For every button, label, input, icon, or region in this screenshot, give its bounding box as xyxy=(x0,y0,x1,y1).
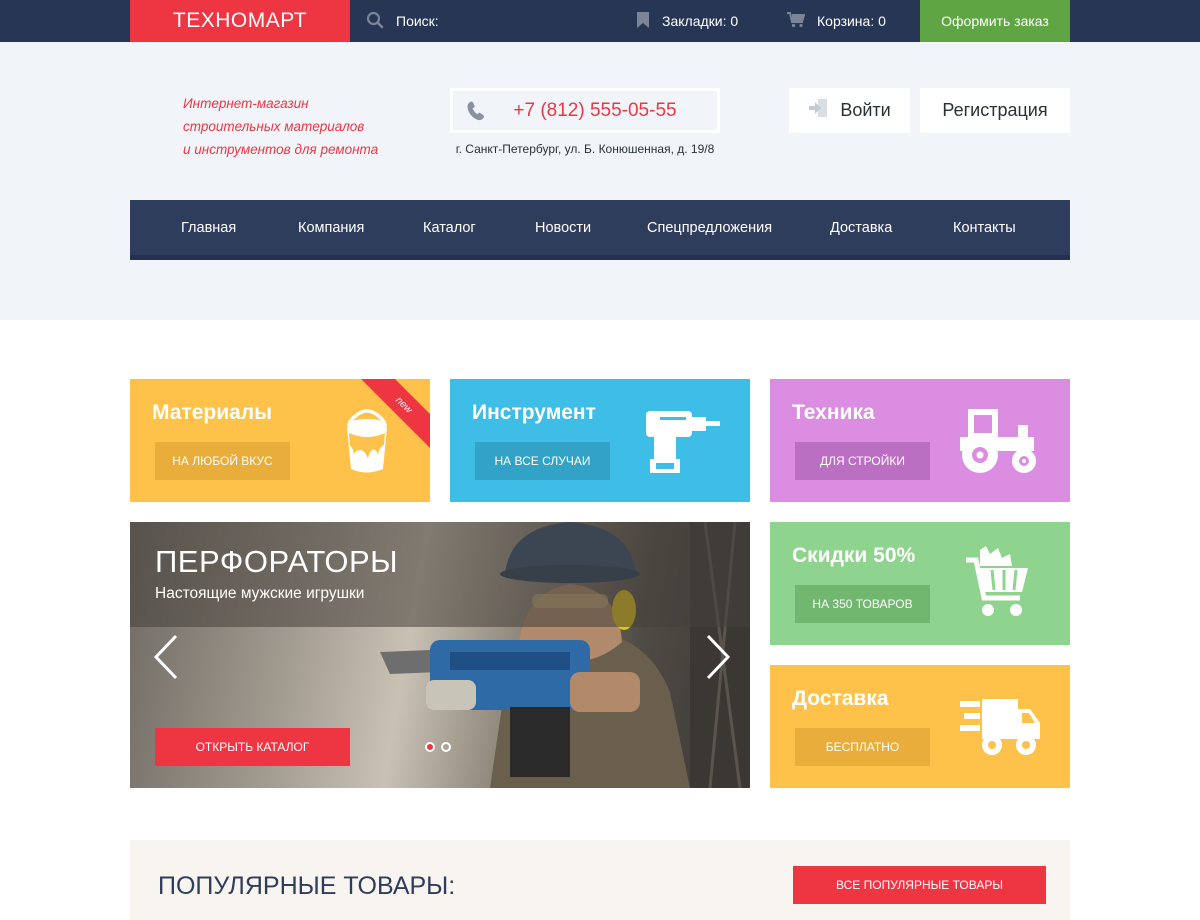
tile-title: Скидки 50% xyxy=(792,544,916,567)
nav-item-delivery[interactable]: Доставка xyxy=(830,200,892,255)
slider-dots xyxy=(425,742,451,752)
tractor-icon xyxy=(960,407,1040,480)
phone-box[interactable]: +7 (812) 555-05-55 xyxy=(450,88,720,133)
chevron-left-icon xyxy=(153,634,178,680)
chevron-right-icon xyxy=(706,634,731,680)
store-address: г. Санкт-Петербург, ул. Б. Конюшенная, д… xyxy=(455,142,715,156)
all-popular-button[interactable]: ВСЕ ПОПУЛЯРНЫЕ ТОВАРЫ xyxy=(793,866,1046,904)
cart-link[interactable]: Корзина: 0 xyxy=(787,0,886,42)
search[interactable]: Поиск: xyxy=(366,0,439,42)
cart-icon xyxy=(787,11,806,31)
tile-title: Техника xyxy=(792,401,875,424)
login-button[interactable]: Войти xyxy=(789,88,910,133)
tile-tools[interactable]: Инструмент НА ВСЕ СЛУЧАИ xyxy=(450,379,750,502)
tile-title: Инструмент xyxy=(472,401,596,424)
tile-machinery-button[interactable]: ДЛЯ СТРОЙКИ xyxy=(795,442,930,480)
tile-delivery[interactable]: Доставка БЕСПЛАТНО xyxy=(770,665,1070,788)
tile-tools-button[interactable]: НА ВСЕ СЛУЧАИ xyxy=(475,442,610,480)
shopping-cart-icon xyxy=(966,546,1030,623)
top-bar: ТЕХНОМАРТ Поиск: Закладки: 0 Корзина: 0 … xyxy=(0,0,1200,46)
slider-subtitle: Настоящие мужские игрушки xyxy=(155,585,365,602)
bookmarks-label: Закладки: 0 xyxy=(662,13,739,29)
phone-number: +7 (812) 555-05-55 xyxy=(513,99,677,121)
nav-item-company[interactable]: Компания xyxy=(298,200,364,255)
main-nav: Главная Компания Каталог Новости Спецпре… xyxy=(130,200,1070,260)
nav-item-special-offers[interactable]: Спецпредложения xyxy=(647,200,772,255)
delivery-truck-icon xyxy=(960,697,1040,762)
popular-products-section: ПОПУЛЯРНЫЕ ТОВАРЫ: ВСЕ ПОПУЛЯРНЫЕ ТОВАРЫ xyxy=(130,840,1070,920)
nav-item-catalog[interactable]: Каталог xyxy=(423,200,476,255)
login-label: Войти xyxy=(840,100,891,120)
tile-title: Материалы xyxy=(152,401,273,424)
header: Интернет-магазин строительных материалов… xyxy=(0,42,1200,320)
slider-next-arrow[interactable] xyxy=(702,632,732,682)
tile-discounts[interactable]: Скидки 50% НА 350 ТОВАРОВ xyxy=(770,522,1070,645)
promo-slider: ПЕРФОРАТОРЫ Настоящие мужские игрушки ОТ… xyxy=(130,522,750,788)
nav-item-home[interactable]: Главная xyxy=(181,200,236,255)
tagline-line: и инструментов для ремонта xyxy=(183,142,379,157)
nav-item-contacts[interactable]: Контакты xyxy=(953,200,1016,255)
slider-title: ПЕРФОРАТОРЫ xyxy=(155,544,399,579)
tile-delivery-button[interactable]: БЕСПЛАТНО xyxy=(795,728,930,766)
tile-title: Доставка xyxy=(792,687,889,710)
tile-discounts-button[interactable]: НА 350 ТОВАРОВ xyxy=(795,585,930,623)
search-label: Поиск: xyxy=(396,13,439,29)
open-catalog-button[interactable]: ОТКРЫТЬ КАТАЛОГ xyxy=(155,728,350,766)
slider-prev-arrow[interactable] xyxy=(152,632,182,682)
section-title: ПОПУЛЯРНЫЕ ТОВАРЫ: xyxy=(158,872,456,900)
search-icon xyxy=(366,11,384,32)
register-button[interactable]: Регистрация xyxy=(920,88,1070,133)
nav-item-news[interactable]: Новости xyxy=(535,200,591,255)
checkout-button[interactable]: Оформить заказ xyxy=(920,0,1070,42)
drill-icon xyxy=(646,409,722,480)
login-icon xyxy=(808,98,828,123)
bookmark-icon xyxy=(636,11,650,31)
logo[interactable]: ТЕХНОМАРТ xyxy=(130,0,350,46)
tile-materials-button[interactable]: НА ЛЮБОЙ ВКУС xyxy=(155,442,290,480)
tagline-line: строительных материалов xyxy=(183,119,365,134)
tagline: Интернет-магазин строительных материалов… xyxy=(183,92,413,161)
tile-machinery[interactable]: Техника ДЛЯ СТРОЙКИ xyxy=(770,379,1070,502)
paint-bucket-icon xyxy=(344,409,390,480)
cart-label: Корзина: 0 xyxy=(817,13,886,29)
bookmarks-link[interactable]: Закладки: 0 xyxy=(636,0,738,42)
slider-dot[interactable] xyxy=(441,742,451,752)
tagline-line: Интернет-магазин xyxy=(183,96,309,111)
slider-dot[interactable] xyxy=(425,742,435,752)
tile-materials[interactable]: Материалы НА ЛЮБОЙ ВКУС new xyxy=(130,379,430,502)
